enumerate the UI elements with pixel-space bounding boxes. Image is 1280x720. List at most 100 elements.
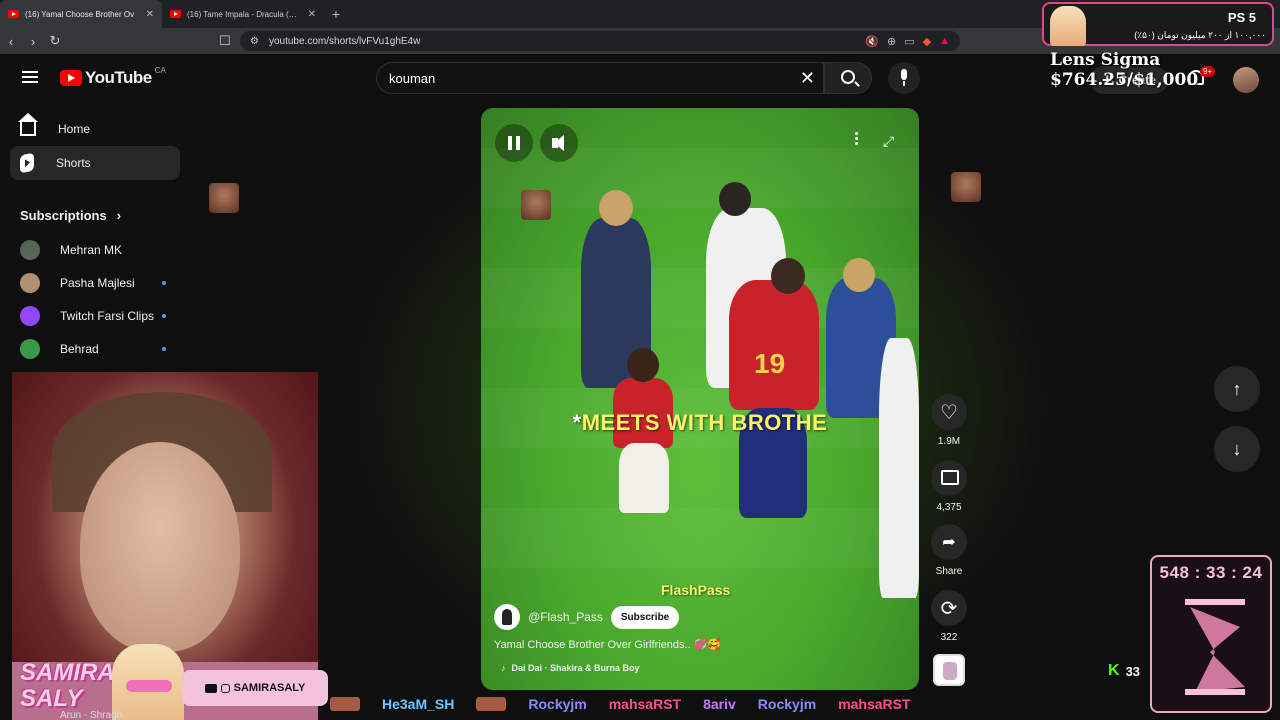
comment-icon: [931, 460, 967, 496]
subscriptions-label: Subscriptions: [20, 208, 107, 223]
subscription-mehran-mk[interactable]: Mehran MK: [20, 239, 170, 261]
caption-text: MEETS WITH BROTHE: [581, 410, 828, 435]
sidebar-item-shorts[interactable]: Shorts: [10, 146, 180, 180]
remix-button[interactable]: 322: [930, 590, 968, 643]
sound-thumbnail[interactable]: [933, 654, 965, 686]
search-value: kouman: [389, 70, 436, 86]
youtube-favicon-icon: [8, 10, 19, 18]
previous-short-button[interactable]: ↑: [1214, 366, 1260, 412]
url-text: youtube.com/shorts/lvFVu1ghE4w: [268, 35, 421, 47]
jersey-number: 19: [754, 348, 786, 379]
new-content-dot: [162, 347, 166, 351]
glasses-icon: [126, 680, 172, 692]
share-icon: [931, 524, 967, 560]
bystander-figure: [879, 338, 919, 598]
search-input[interactable]: kouman ✕: [376, 62, 824, 94]
shorts-icon: [20, 152, 34, 174]
like-count: 1.9M: [937, 436, 961, 447]
share-button[interactable]: Share: [930, 524, 968, 577]
subscription-twitch-farsi-clips[interactable]: Twitch Farsi Clips: [20, 305, 170, 327]
photographer-head: [719, 182, 751, 216]
tab-tame-impala[interactable]: (16) Tame Impala - Dracula (Official V ✕: [162, 0, 324, 28]
subscription-behrad[interactable]: Behrad: [20, 338, 170, 360]
like-button[interactable]: 1.9M: [930, 394, 968, 447]
donation-title: PS 5: [1227, 10, 1256, 25]
close-tab-icon[interactable]: ✕: [146, 9, 154, 20]
video-watermark: FlashPass: [661, 582, 731, 598]
channel-avatar: [20, 306, 40, 326]
player-head: [771, 258, 805, 294]
cast-icon[interactable]: ▭: [904, 35, 914, 48]
tab-title: (16) Tame Impala - Dracula (Official V: [187, 9, 302, 19]
remix-icon: [931, 590, 967, 626]
mute-icon[interactable]: 🔇: [865, 35, 879, 48]
clear-search-icon[interactable]: ✕: [800, 68, 815, 89]
tab-yamal[interactable]: (16) Yamal Choose Brother Ov ✕: [0, 0, 162, 28]
kick-icon: K: [1108, 662, 1120, 679]
subscription-pasha-majlesi[interactable]: Pasha Majlesi: [20, 272, 170, 294]
video-title[interactable]: Yamal Choose Brother Over Girlfriends.. …: [494, 638, 721, 651]
channel-avatar[interactable]: [494, 604, 520, 630]
new-tab-icon[interactable]: +: [324, 6, 348, 22]
brand-line-1: SAMIRA: [20, 659, 115, 686]
cartoon-avatar-image: [112, 644, 184, 720]
face-shape: [80, 442, 240, 652]
forward-icon[interactable]: ›: [22, 34, 44, 49]
logo-text: YouTube: [85, 68, 152, 87]
hourglass-icon: [1185, 599, 1245, 695]
youtube-logo[interactable]: YouTube CA: [60, 66, 166, 88]
remix-count: 322: [940, 632, 958, 643]
channel-handle[interactable]: @Flash_Pass: [528, 610, 603, 624]
donation-progress-text: ۱۰۰,۰۰۰ از ۲۰۰ میلیون تومان (۵۰٪): [1134, 30, 1266, 40]
subscriptions-header[interactable]: Subscriptions ›: [20, 208, 121, 223]
subscribe-button[interactable]: Subscribe: [610, 605, 680, 629]
video-caption: *MEETS WITH BROTHE: [481, 410, 919, 436]
photographer-head: [843, 258, 875, 292]
instagram-icon: [220, 683, 230, 693]
child-shorts: [619, 443, 669, 513]
chat-username: mahsaRST: [838, 696, 911, 712]
sidebar-item-label: Home: [58, 122, 91, 136]
player-jersey: [729, 280, 819, 410]
sidebar-item-home[interactable]: Home: [10, 112, 180, 146]
volume-button[interactable]: [540, 124, 578, 162]
bookmark-icon[interactable]: ☐: [214, 33, 236, 49]
new-content-dot: [162, 314, 166, 318]
zoom-icon[interactable]: ⊕: [887, 35, 896, 48]
youtube-play-icon: [60, 70, 82, 86]
site-info-icon[interactable]: ⚙: [250, 36, 259, 47]
warning-icon[interactable]: ▲: [939, 35, 950, 48]
search-button[interactable]: [824, 62, 872, 94]
back-icon[interactable]: ‹: [0, 34, 22, 49]
brand-line-2: SALY: [20, 685, 83, 712]
emote-image: [330, 697, 360, 711]
channel-avatar: [20, 339, 40, 359]
shorts-video-player[interactable]: 19 ⤢ *MEETS WITH BROTHE FlashPass @Flash…: [481, 108, 919, 690]
close-tab-icon[interactable]: ✕: [308, 9, 316, 20]
menu-icon[interactable]: [22, 71, 38, 83]
channel-name: Pasha Majlesi: [60, 276, 135, 290]
next-short-button[interactable]: ↓: [1214, 426, 1260, 472]
chat-username: He3aM_SH: [382, 696, 455, 712]
search-icon: [841, 70, 855, 84]
screen: (16) Yamal Choose Brother Ov ✕ (16) Tame…: [0, 0, 1280, 720]
handle-text: SAMIRASALY: [233, 682, 306, 694]
youtube-favicon-icon: [170, 10, 181, 18]
donation-alert: PS 5 ۱۰۰,۰۰۰ از ۲۰۰ میلیون تومان (۵۰٪): [1042, 2, 1274, 46]
fullscreen-icon[interactable]: ⤢: [883, 132, 901, 150]
address-bar[interactable]: ⚙ youtube.com/shorts/lvFVu1ghE4w 🔇 ⊕ ▭ ◆…: [240, 31, 960, 51]
pause-button[interactable]: [495, 124, 533, 162]
voice-search-icon[interactable]: [888, 62, 920, 94]
music-info[interactable]: ♪ Dai Dai · Shakira & Burna Boy: [501, 663, 640, 673]
chat-username: 8ariv: [703, 696, 736, 712]
meme-emote-image: [209, 183, 239, 213]
comments-button[interactable]: 4,375: [930, 460, 968, 513]
comment-count: 4,375: [936, 502, 962, 513]
brave-icon[interactable]: ◆: [923, 35, 931, 48]
chat-ticker: He3aM_SH Rockyjm mahsaRST 8ariv Rockyjm …: [330, 692, 1150, 716]
channel-avatar: [20, 240, 40, 260]
emote-image: [476, 697, 507, 711]
reload-icon[interactable]: ↻: [44, 33, 66, 49]
chevron-right-icon: ›: [116, 208, 122, 223]
more-options-icon[interactable]: [855, 130, 859, 150]
